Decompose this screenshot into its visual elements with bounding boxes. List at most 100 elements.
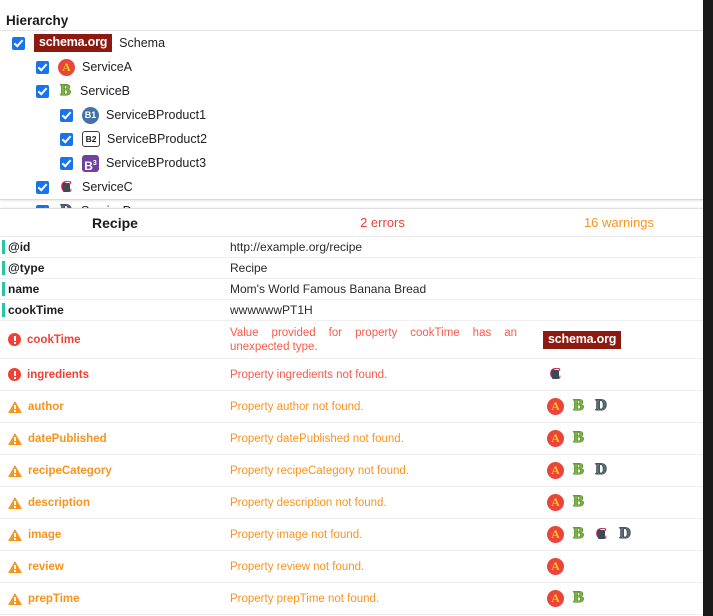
issue-message: Value provided for property cookTime has… [230, 326, 517, 353]
property-value: http://example.org/recipe [230, 240, 363, 254]
issue-property-name: datePublished [28, 432, 107, 445]
service-a-icon: A [547, 558, 564, 575]
hierarchy-node-checkbox[interactable] [36, 180, 49, 194]
issue-vocab-cell: A [535, 558, 703, 575]
issue-property-name: image [28, 528, 62, 541]
service-b-icon: B [60, 81, 71, 99]
warning-icon [8, 560, 22, 573]
issue-property-name: review [28, 560, 64, 573]
property-accent-bar [2, 282, 5, 296]
service-b-icon: B [573, 493, 584, 510]
service-a-icon: A [547, 494, 564, 511]
property-accent-bar [2, 240, 5, 254]
warning-icon [8, 464, 22, 477]
warning-row[interactable]: description Property description not foun… [0, 487, 703, 519]
issue-vocab-cell: AB [535, 494, 703, 511]
warning-row[interactable]: image Property image not found. A B C D [0, 519, 703, 551]
service-b-icon: B [573, 429, 584, 446]
service-a-icon: A [547, 462, 564, 479]
results-table-header: Recipe 2 errors 16 warnings [0, 209, 703, 237]
error-icon [8, 333, 21, 346]
error-row[interactable]: ingredients Property ingredients not foun… [0, 359, 703, 391]
property-row: @id http://example.org/recipe [0, 237, 703, 258]
column-header-warnings: 16 warnings [583, 215, 655, 230]
service-b-product3-icon: B3 [82, 154, 99, 173]
hierarchy-node[interactable]: B ServiceB [0, 79, 703, 103]
hierarchy-tree: schema.org Schema A ServiceA B ServiceB B1 Serv… [0, 31, 703, 223]
hierarchy-node-checkbox[interactable] [12, 36, 25, 50]
app-root: Hierarchy schema.org Schema A ServiceA B Serv… [0, 0, 713, 616]
issue-message: Property description not found. [230, 496, 387, 509]
warning-row[interactable]: datePublished Property datePublished not … [0, 423, 703, 455]
hierarchy-node[interactable]: B2 ServiceBProduct2 [0, 127, 703, 151]
issue-vocab-cell: AB [535, 430, 703, 447]
issue-message: Property prepTime not found. [230, 592, 380, 605]
service-c-icon: C [593, 525, 610, 543]
hierarchy-title: Hierarchy [6, 13, 69, 28]
issue-property-name-cell: cookTime [0, 333, 230, 346]
hierarchy-node[interactable]: C ServiceC [0, 175, 703, 199]
service-b-icon: B [573, 525, 584, 542]
property-accent-bar [2, 303, 5, 317]
warning-row[interactable]: author Property author not found. A B D [0, 391, 703, 423]
hierarchy-node-checkbox[interactable] [60, 108, 73, 122]
hierarchy-node-checkbox[interactable] [60, 156, 73, 170]
issue-message: Property review not found. [230, 560, 365, 573]
hierarchy-node-label: ServiceC [82, 180, 133, 194]
issue-property-name: cookTime [27, 333, 81, 346]
hierarchy-node[interactable]: B3 ServiceBProduct3 [0, 151, 703, 175]
property-value: Mom's World Famous Banana Bread [230, 282, 427, 296]
issue-vocab-cell: ABCD [535, 525, 703, 543]
service-d-icon: D [595, 461, 607, 478]
warning-icon [8, 592, 22, 605]
property-value: wwwwwwPT1H [230, 303, 313, 317]
issue-message: Property recipeCategory not found. [230, 464, 409, 477]
issue-property-name-cell: image [0, 528, 230, 541]
issue-vocab-cell: ABD [535, 398, 703, 415]
service-c-icon: C [547, 365, 564, 383]
property-row: cookTime wwwwwwPT1H [0, 300, 703, 321]
issue-property-name-cell: recipeCategory [0, 464, 230, 477]
issue-property-name: prepTime [28, 592, 80, 605]
issue-property-name-cell: datePublished [0, 432, 230, 445]
property-accent-bar [2, 261, 5, 275]
warning-row[interactable]: review Property review not found. A [0, 551, 703, 583]
hierarchy-node-checkbox[interactable] [36, 84, 49, 98]
hierarchy-node[interactable]: schema.org Schema [0, 31, 703, 55]
property-rows: @id http://example.org/recipe @type Recipe n… [0, 237, 703, 321]
service-a-icon: A [547, 430, 564, 447]
hierarchy-node-label: ServiceBProduct2 [107, 132, 208, 146]
warning-icon [8, 400, 22, 413]
hierarchy-node-label: ServiceBProduct1 [106, 108, 207, 122]
issue-property-name-cell: ingredients [0, 368, 230, 381]
issue-property-name: description [28, 496, 90, 509]
issue-property-name-cell: prepTime [0, 592, 230, 605]
service-d-icon: D [619, 525, 631, 542]
service-b-product1-icon: B1 [82, 106, 99, 124]
page-content: Hierarchy schema.org Schema A ServiceA B Serv… [0, 0, 703, 616]
property-key: cookTime [8, 303, 64, 317]
service-b-product2-icon: B2 [82, 131, 100, 147]
property-key: @id [8, 240, 31, 254]
column-header-type: Recipe [92, 214, 138, 231]
issue-property-name: recipeCategory [28, 464, 112, 477]
issue-rows: cookTime Value provided for property cook… [0, 321, 703, 615]
schema-org-icon: schema.org [34, 34, 113, 52]
hierarchy-node-label: ServiceA [82, 60, 133, 74]
hierarchy-node-checkbox[interactable] [60, 132, 73, 146]
hierarchy-node-checkbox[interactable] [36, 60, 49, 74]
service-a-icon: A [547, 398, 564, 415]
property-row: name Mom's World Famous Banana Bread [0, 279, 703, 300]
hierarchy-node[interactable]: A ServiceA [0, 55, 703, 79]
issue-vocab-cell: AB [535, 590, 703, 607]
hierarchy-panel: Hierarchy schema.org Schema A ServiceA B Serv… [0, 0, 703, 218]
issue-message: Property image not found. [230, 528, 363, 541]
warning-row[interactable]: prepTime Property prepTime not found. A B [0, 583, 703, 615]
hierarchy-node[interactable]: B1 ServiceBProduct1 [0, 103, 703, 127]
results-table: Recipe 2 errors 16 warnings @id http://ex… [0, 208, 703, 615]
warning-row[interactable]: recipeCategory Property recipeCategory no… [0, 455, 703, 487]
warning-icon [8, 528, 22, 541]
error-row[interactable]: cookTime Value provided for property cook… [0, 321, 703, 359]
property-value: Recipe [230, 261, 268, 275]
service-a-icon: A [547, 526, 564, 543]
